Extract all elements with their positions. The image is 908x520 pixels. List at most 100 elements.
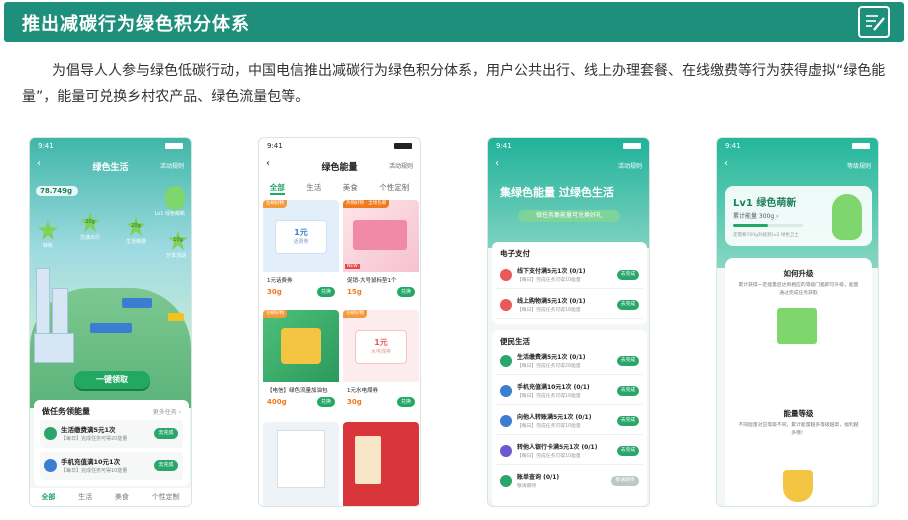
section-title: 便民生活 [500, 337, 530, 346]
upgrade-heading: 如何升级 [783, 269, 814, 278]
section-title: 电子支付 [500, 249, 530, 258]
new-badge: NEW [345, 264, 360, 269]
claim-all-button[interactable]: 一键领取 [74, 371, 150, 389]
go-complete-button[interactable]: 去完成 [154, 428, 178, 439]
goods-image [343, 200, 419, 272]
level-card: Lv1 绿色萌新 累计能量 300g › 还需要700g升级到Lv2 绿色卫士 [725, 186, 872, 246]
tab-life[interactable]: 生活 [78, 492, 92, 502]
battery-icon [623, 143, 641, 149]
coupon-graphic: 1元 话费券 [275, 220, 327, 254]
payment-icon [44, 427, 57, 440]
level-rules-link[interactable]: 等级规则 [847, 161, 871, 170]
rules-link[interactable]: 活动规则 [160, 161, 184, 170]
goods-card[interactable]: 包邮好物 【电信】绿色流量加油包 400g 兑换 [263, 310, 339, 414]
page: 推出减碳行为绿色积分体系 为倡导人人参与绿色低碳行动，中国电信推出减碳行为绿色积… [0, 0, 908, 520]
taxi [168, 313, 184, 321]
task-row: 转他人银行卡满5元1次 (0/1) 【每日】完成任务可得10能量 去完成 [496, 438, 643, 465]
task-row: 生活缴费满5元1次 【每日】完成任务可得20能量 去完成 [40, 420, 183, 448]
bill-icon [500, 475, 512, 487]
bubble-value: 20g [131, 223, 141, 229]
edit-note-icon [858, 6, 890, 38]
task-sub: 【每日】完成任务可得20能量 [517, 364, 581, 369]
task-row: 生活缴费满5元1次 (0/1) 【每日】完成任务可得20能量 去完成 [496, 348, 643, 375]
mousepad-graphic [353, 220, 407, 250]
energy-total: 78.749g [36, 186, 79, 196]
goods-card[interactable]: 1元 水电煤券 包邮好物 1元水电煤券 30g 兑换 [343, 310, 419, 414]
go-complete-button[interactable]: 去完成 [617, 416, 639, 426]
grade-heading: 能量等级 [783, 409, 814, 418]
goods-card[interactable] [263, 422, 339, 506]
go-complete-button[interactable]: 去完成 [154, 460, 178, 471]
upgrade-text: 累计获得一定能量后达到相应的等级门槛即可升级，能量通过完成任务获取 [738, 283, 859, 296]
redeem-button[interactable]: 兑换 [397, 397, 415, 407]
bubble-label: 交通出行 [79, 235, 100, 241]
goods-card[interactable]: 1元 话费券 包邮好物 1元话费券 30g 兑换 [263, 200, 339, 304]
giftbox-graphic [281, 328, 321, 364]
category-tabs: 全部 生活 美食 个性定制 [30, 488, 191, 506]
task-name: 生活缴费满5元1次 [61, 426, 116, 434]
status-time: 9:41 [267, 142, 283, 150]
goods-card[interactable]: 热销好物 · 全场包邮 NEW 促销-大号鼠标垫1个 15g 兑换 [343, 200, 419, 304]
transfer-icon [500, 415, 512, 427]
go-complete-button[interactable]: 去完成 [617, 446, 639, 456]
task-heading: 做任务领能量 [42, 407, 90, 416]
card-graphic [355, 436, 381, 484]
task-row: 手机充值满10元1次 (0/1) 【每日】完成任务可得10能量 去完成 [496, 378, 643, 405]
bus [122, 298, 152, 308]
redeem-button[interactable]: 兑换 [317, 397, 335, 407]
page-title: 推出减碳行为绿色积分体系 [22, 14, 250, 35]
task-sub: 【每日】完成任务可得10能量 [517, 308, 581, 313]
back-icon[interactable]: ‹ [495, 158, 499, 169]
bubble-label: 转账 [42, 243, 53, 249]
tab-life[interactable]: 生活 [306, 182, 321, 195]
rules-panel: 如何升级 累计获得一定能量后达到相应的等级门槛即可升级，能量通过完成任务获取 能… [725, 258, 872, 506]
task-name: 线上购物满5元1次 (0/1) [517, 298, 586, 305]
task-name: 线下支付满5元1次 (0/1) [517, 268, 586, 275]
bus [90, 323, 132, 333]
tab-food[interactable]: 美食 [343, 182, 358, 195]
back-icon[interactable]: ‹ [724, 158, 728, 169]
tab-all[interactable]: 全部 [41, 492, 55, 502]
task-sub: 【每日】完成任务可得20能量 [61, 436, 128, 442]
goods-price: 30g [347, 398, 362, 406]
goods-name: 【电信】绿色流量加油包 [267, 388, 328, 394]
redeem-button[interactable]: 兑换 [317, 287, 335, 297]
goods-card[interactable] [343, 422, 419, 506]
level-progress-bar [733, 224, 803, 227]
more-tasks-link[interactable]: 更多任务 › [153, 407, 181, 416]
task-name: 手机充值满10元1次 (0/1) [517, 384, 590, 391]
bubble-label: 生活缴费 [125, 239, 146, 245]
shopping-bag-icon [500, 299, 512, 311]
phone-green-energy: 9:41 ‹ 绿色能量 活动规则 全部 生活 美食 个性定制 1元 话费券 包邮… [258, 137, 421, 507]
level-label: Lv1 绿色萌新 [154, 211, 185, 217]
redeem-button[interactable]: 兑换 [397, 287, 415, 297]
task-sub: 【每日】完成任务可得10能量 [517, 424, 581, 429]
tab-food[interactable]: 美食 [115, 492, 129, 502]
tab-all[interactable]: 全部 [269, 182, 285, 195]
phone-icon [44, 459, 57, 472]
go-complete-button[interactable]: 去完成 [617, 270, 639, 280]
task-sub: 【每日】完成任务可得10能量 [61, 468, 128, 474]
hero-subtitle: 做任务集能量可兑换好礼 [518, 210, 620, 222]
coupon-value: 1元 [294, 228, 308, 237]
building [36, 268, 50, 338]
phone-tasks: 9:41 ‹ 活动规则 集绿色能量 过绿色生活 做任务集能量可兑换好礼 电子支付… [487, 137, 650, 507]
level-energy[interactable]: 累计能量 300g › [733, 211, 778, 220]
go-complete-button[interactable]: 去完成 [617, 356, 639, 366]
tab-custom[interactable]: 个性定制 [379, 182, 409, 195]
level-progress-fill [733, 224, 768, 227]
battery-icon [394, 143, 412, 149]
upgrade-illustration [777, 308, 817, 344]
tab-custom[interactable]: 个性定制 [152, 492, 180, 502]
goods-name: 1元话费券 [267, 278, 293, 284]
go-complete-button[interactable]: 去完成 [617, 300, 639, 310]
go-complete-button[interactable]: 去完成 [617, 386, 639, 396]
goods-tag: 包邮好物 [263, 200, 287, 208]
building [34, 333, 74, 363]
task-row: 向他人转账满5元1次 (0/1) 【每日】完成任务可得10能量 去完成 [496, 408, 643, 435]
coming-soon-button[interactable]: 敬请期待 [611, 476, 639, 486]
task-card: 做任务领能量 更多任务 › 生活缴费满5元1次 【每日】完成任务可得20能量 去… [34, 400, 189, 486]
rules-link[interactable]: 活动规则 [389, 161, 413, 170]
rules-link[interactable]: 活动规则 [618, 161, 642, 170]
goods-image [263, 310, 339, 382]
